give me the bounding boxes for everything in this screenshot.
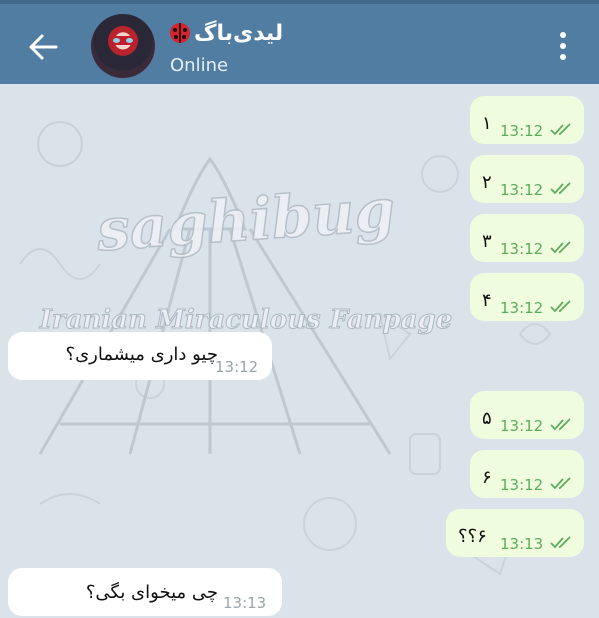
more-menu-icon[interactable] [553, 32, 573, 66]
message-time: 13:12 [500, 240, 544, 258]
message-text: ۶ [482, 467, 492, 488]
message-bubble[interactable]: ۱ 13:12 [470, 96, 584, 144]
read-receipt-icon [550, 300, 571, 313]
online-status: Online [170, 55, 229, 76]
message-text: چی میخوای بگی؟ [85, 582, 218, 603]
avatar-eye [126, 38, 133, 43]
read-receipt-icon [550, 536, 571, 549]
message-text: ۱ [482, 113, 492, 134]
chat-header: لیدی‌باگ Online [0, 0, 599, 84]
message-time: 13:12 [500, 299, 544, 317]
contact-title[interactable]: لیدی‌باگ [170, 18, 283, 48]
message-time: 13:12 [500, 181, 544, 199]
message-time: 13:12 [500, 122, 544, 140]
contact-name: لیدی‌باگ [194, 20, 284, 46]
ladybug-icon [170, 23, 190, 43]
message-time: 13:12 [500, 417, 544, 435]
watermark-title: saghibug [96, 182, 396, 262]
message-bubble[interactable]: ۵ 13:12 [470, 391, 584, 439]
message-time: 13:12 [500, 476, 544, 494]
svg-text:Iranian Miraculous Fanpage: Iranian Miraculous Fanpage [39, 305, 453, 335]
svg-text:saghibug: saghibug [96, 182, 396, 262]
read-receipt-icon [550, 123, 571, 136]
message-bubble[interactable]: ۳ 13:12 [470, 214, 584, 262]
message-time: 13:13 [223, 594, 267, 612]
message-text: ۶؟؟ [458, 526, 487, 547]
message-bubble[interactable]: ۲ 13:12 [470, 155, 584, 203]
avatar[interactable] [91, 14, 155, 78]
message-bubble[interactable]: چی میخوای بگی؟ 13:13 [8, 568, 282, 616]
message-text: ۵ [482, 408, 492, 429]
read-receipt-icon [550, 241, 571, 254]
message-text: ۲ [482, 172, 492, 193]
read-receipt-icon [550, 182, 571, 195]
message-list[interactable]: saghibug Iranian Miraculous Fanpage ۱ 13… [0, 84, 599, 618]
read-receipt-icon [550, 418, 571, 431]
message-bubble[interactable]: ۴ 13:12 [470, 273, 584, 321]
message-bubble[interactable]: چیو داری میشماری؟ 13:12 [8, 332, 272, 380]
message-time: 13:13 [500, 535, 544, 553]
message-bubble[interactable]: ۶؟؟ 13:13 [446, 509, 584, 557]
message-text: ۳ [482, 231, 492, 252]
message-bubble[interactable]: ۶ 13:12 [470, 450, 584, 498]
back-arrow-icon[interactable] [26, 30, 60, 64]
message-time: 13:12 [215, 358, 259, 376]
read-receipt-icon [550, 477, 571, 490]
message-text: چیو داری میشماری؟ [65, 344, 218, 365]
message-text: ۴ [482, 290, 492, 311]
avatar-eye [113, 38, 120, 43]
